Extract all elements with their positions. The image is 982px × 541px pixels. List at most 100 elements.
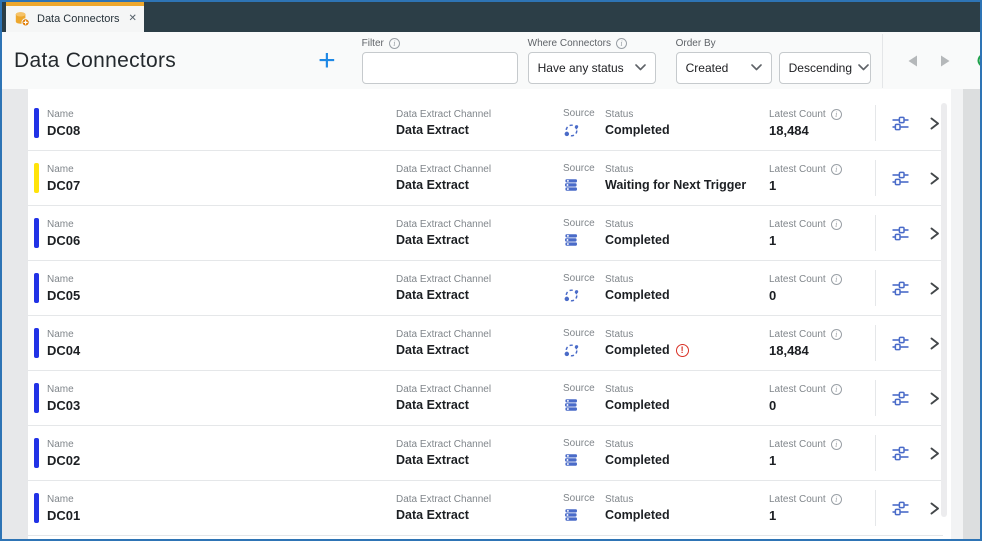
latest-count-info-icon[interactable] [830,218,842,230]
tab-close-icon[interactable]: ✕ [127,13,139,25]
row-divider [875,325,876,361]
chevron-down-icon [750,64,762,71]
connector-row[interactable]: Name DC02 Data Extract Channel Data Extr… [28,426,943,481]
connector-name: DC08 [47,122,81,138]
where-connectors-group: Where Connectors Have any status [527,37,666,84]
status-color-bar [34,218,39,248]
tab-label: Data Connectors [37,13,120,25]
order-by-label: Order By [675,37,716,49]
connector-row[interactable]: Name DC05 Data Extract Channel Data Extr… [28,261,943,316]
status-color-bar [34,383,39,413]
row-settings-button[interactable] [889,278,912,299]
chevron-down-icon [858,64,869,71]
connector-list: Name DC08 Data Extract Channel Data Extr… [28,89,943,539]
connector-row[interactable]: Name DC01 Data Extract Channel Data Extr… [28,481,943,536]
row-settings-button[interactable] [889,388,912,409]
connector-row[interactable]: Name DC06 Data Extract Channel Data Extr… [28,206,943,261]
status-field-label: Status [605,219,634,230]
name-field-label: Name [47,383,74,395]
sliders-icon [892,446,909,460]
latest-count-info-icon[interactable] [830,493,842,505]
name-field-label: Name [47,218,74,230]
database-icon [565,179,577,191]
status-value: Completed [605,453,670,467]
previous-page-button[interactable] [903,52,922,70]
order-direction-value: Descending [788,60,852,75]
where-connectors-info-icon[interactable] [616,37,627,49]
latest-count-field-label: Latest Count [769,163,826,175]
status-field-label: Status [605,274,634,285]
status-filter-select[interactable]: Have any status [527,51,656,84]
status-filter-value: Have any status [537,60,624,75]
status-field-label: Status [605,494,634,505]
chevron-down-icon [634,64,646,71]
row-settings-button[interactable] [889,333,912,354]
channel-value: Data Extract [396,398,469,412]
latest-count-field-label: Latest Count [769,438,826,450]
row-settings-button[interactable] [889,443,912,464]
latest-count-info-icon[interactable] [830,273,842,285]
right-gutter-inner [951,89,963,539]
where-connectors-label: Where Connectors [527,37,611,49]
channel-field-label: Data Extract Channel [396,164,492,175]
status-field-label: Status [605,384,634,395]
source-field-label: Source [563,383,595,394]
channel-field-label: Data Extract Channel [396,439,492,450]
channel-value: Data Extract [396,233,469,247]
status-color-bar [34,163,39,193]
latest-count-field-label: Latest Count [769,218,826,230]
refresh-icon [977,54,980,67]
source-field-label: Source [563,107,595,119]
row-divider [875,435,876,471]
channel-value: Data Extract [396,178,469,192]
latest-count-value: 18,484 [769,342,809,358]
channel-field-label: Data Extract Channel [396,384,492,395]
pagination-cluster [871,33,980,88]
connector-name: DC03 [47,397,81,413]
latest-count-info-icon[interactable] [830,328,842,340]
status-value: Completed [605,508,670,522]
latest-count-value: 0 [769,397,777,413]
latest-count-info-icon[interactable] [830,108,842,120]
name-field-label: Name [47,108,74,120]
channel-value: Data Extract [396,123,469,137]
name-field-label: Name [47,328,74,340]
filter-input[interactable] [361,51,518,84]
connector-row[interactable]: Name DC07 Data Extract Channel Data Extr… [28,151,943,206]
connector-row[interactable]: Name DC08 Data Extract Channel Data Extr… [28,96,943,151]
name-field-label: Name [47,438,74,450]
latest-count-info-icon[interactable] [830,438,842,450]
row-divider [875,105,876,141]
status-field-label: Status [605,439,634,450]
order-direction-select[interactable]: Descending [778,51,871,84]
tab-data-connectors[interactable]: Data Connectors ✕ [6,2,144,32]
row-settings-button[interactable] [889,223,912,244]
latest-count-field-label: Latest Count [769,493,826,505]
header-divider [881,33,883,88]
connector-name: DC02 [47,452,81,468]
order-field-select[interactable]: Created [675,51,772,84]
status-warning-icon[interactable] [675,343,689,357]
row-settings-button[interactable] [889,113,912,134]
source-field-label: Source [563,327,595,339]
arrow-left-icon [908,55,917,66]
row-divider [875,160,876,196]
name-field-label: Name [47,163,74,175]
chevron-right-icon [930,117,939,129]
refresh-button[interactable] [975,51,980,70]
status-color-bar [34,328,39,358]
latest-count-info-icon[interactable] [830,383,842,395]
scrollbar-thumb[interactable] [941,103,947,517]
connector-row[interactable]: Name DC03 Data Extract Channel Data Extr… [28,371,943,426]
sliders-icon [892,501,909,515]
sliders-icon [892,336,909,350]
row-settings-button[interactable] [889,498,912,519]
filter-info-icon[interactable] [388,37,400,49]
next-page-button[interactable] [936,52,955,70]
database-icon [565,509,577,521]
latest-count-value: 1 [769,507,777,523]
add-connector-button[interactable]: + [314,45,340,75]
connector-row[interactable]: Name DC04 Data Extract Channel Data Extr… [28,316,943,371]
latest-count-info-icon[interactable] [830,163,842,175]
row-settings-button[interactable] [889,168,912,189]
